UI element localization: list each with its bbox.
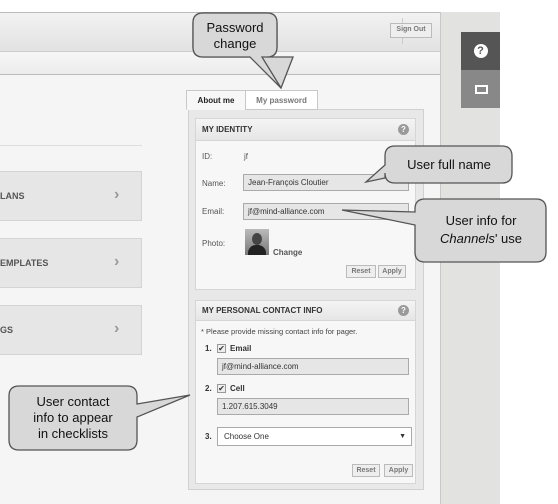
callout-text: User contact (37, 394, 110, 409)
callout-full-name: User full name (363, 145, 513, 184)
callout-text: User info for (446, 213, 517, 228)
callout-text: User full name (407, 157, 491, 172)
callout-text: info to appear (33, 410, 113, 425)
callout-channels: User info for Channels' use (341, 198, 547, 263)
callout-contact: User contact info to appear in checklist… (8, 385, 191, 451)
svg-text:Channels' use: Channels' use (440, 231, 522, 246)
callout-text-italic: Channels (440, 231, 495, 246)
callout-text: Password (206, 20, 263, 35)
callout-password: Password change (192, 12, 294, 90)
callout-layer: Password change User full name User info… (8, 12, 547, 451)
callout-text: ' use (495, 231, 522, 246)
callout-text: in checklists (38, 426, 109, 441)
callout-text: change (214, 36, 257, 51)
